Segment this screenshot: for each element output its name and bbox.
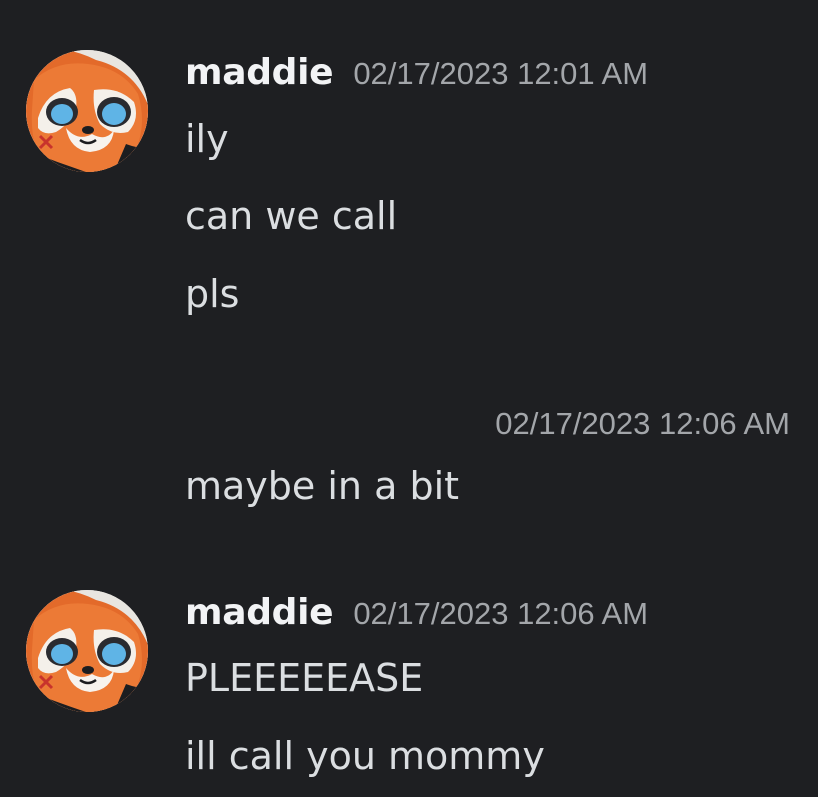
timestamp[interactable]: 02/17/2023 12:06 AM	[353, 596, 648, 631]
red-panda-avatar-icon	[26, 50, 148, 172]
message-text: PLEEEEEASE	[185, 656, 424, 700]
message-text: pls	[185, 272, 240, 316]
timestamp[interactable]: 02/17/2023 12:01 AM	[353, 56, 648, 91]
message-text: ill call you mommy	[185, 734, 545, 778]
username[interactable]: maddie	[185, 592, 334, 633]
username[interactable]: maddie	[185, 52, 334, 93]
message-text: can we call	[185, 194, 398, 238]
message-text: maybe in a bit	[185, 464, 460, 508]
timestamp[interactable]: 02/17/2023 12:06 AM	[495, 406, 790, 442]
message-header: maddie 02/17/2023 12:01 AM	[185, 52, 648, 93]
avatar[interactable]	[26, 50, 148, 172]
red-panda-avatar-icon	[26, 590, 148, 712]
message-text: ily	[185, 117, 229, 161]
message-header: maddie 02/17/2023 12:06 AM	[185, 592, 648, 633]
avatar[interactable]	[26, 590, 148, 712]
